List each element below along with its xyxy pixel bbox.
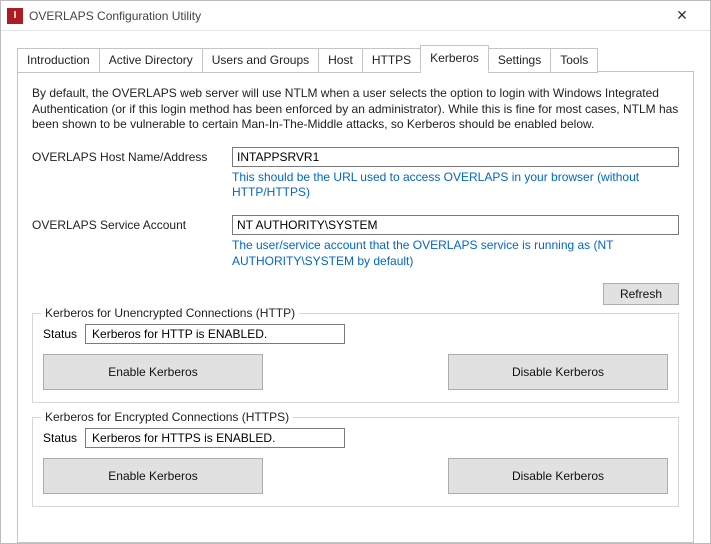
tab-tools[interactable]: Tools: [550, 48, 598, 73]
titlebar: I OVERLAPS Configuration Utility ✕: [1, 1, 710, 31]
host-input[interactable]: [232, 147, 679, 167]
http-status-value: Kerberos for HTTP is ENABLED.: [85, 324, 345, 344]
service-account-label: OVERLAPS Service Account: [32, 215, 232, 232]
tab-host[interactable]: Host: [318, 48, 363, 73]
service-account-hint: The user/service account that the OVERLA…: [232, 238, 679, 269]
https-group-title: Kerberos for Encrypted Connections (HTTP…: [41, 410, 293, 424]
close-icon[interactable]: ✕: [662, 7, 702, 24]
https-status-label: Status: [43, 431, 77, 445]
tab-https[interactable]: HTTPS: [362, 48, 421, 73]
http-enable-button[interactable]: Enable Kerberos: [43, 354, 263, 390]
tab-kerberos[interactable]: Kerberos: [420, 45, 489, 72]
http-groupbox: Kerberos for Unencrypted Connections (HT…: [32, 313, 679, 403]
tab-users-and-groups[interactable]: Users and Groups: [202, 48, 319, 73]
window-title: OVERLAPS Configuration Utility: [29, 9, 662, 23]
intro-text: By default, the OVERLAPS web server will…: [32, 86, 679, 133]
tabstrip: Introduction Active Directory Users and …: [17, 45, 694, 72]
https-status-value: Kerberos for HTTPS is ENABLED.: [85, 428, 345, 448]
host-label: OVERLAPS Host Name/Address: [32, 147, 232, 164]
https-groupbox: Kerberos for Encrypted Connections (HTTP…: [32, 417, 679, 507]
service-account-input[interactable]: [232, 215, 679, 235]
http-disable-button[interactable]: Disable Kerberos: [448, 354, 668, 390]
tab-active-directory[interactable]: Active Directory: [99, 48, 203, 73]
host-hint: This should be the URL used to access OV…: [232, 170, 679, 201]
refresh-button[interactable]: Refresh: [603, 283, 679, 305]
tab-introduction[interactable]: Introduction: [17, 48, 100, 73]
https-disable-button[interactable]: Disable Kerberos: [448, 458, 668, 494]
tab-settings[interactable]: Settings: [488, 48, 551, 73]
app-icon: I: [7, 8, 23, 24]
tab-panel: By default, the OVERLAPS web server will…: [17, 71, 694, 543]
http-status-label: Status: [43, 327, 77, 341]
http-group-title: Kerberos for Unencrypted Connections (HT…: [41, 306, 299, 320]
https-enable-button[interactable]: Enable Kerberos: [43, 458, 263, 494]
